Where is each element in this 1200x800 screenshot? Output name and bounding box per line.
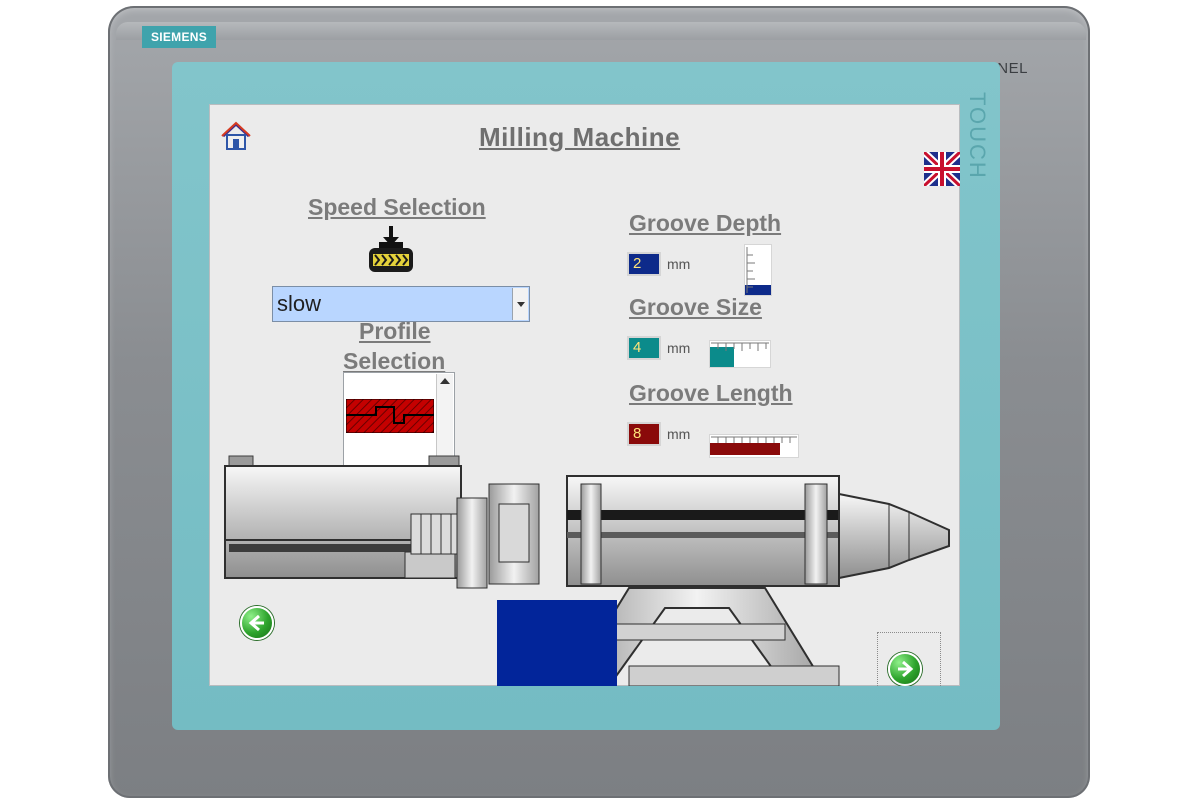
dropdown-arrow-icon[interactable] (512, 288, 528, 320)
next-button[interactable] (888, 652, 922, 686)
groove-depth-gauge (744, 244, 772, 296)
groove-size-unit: mm (667, 340, 691, 356)
profile-item[interactable] (345, 398, 435, 434)
groove-length-unit: mm (667, 426, 691, 442)
milling-machine-illustration (209, 448, 960, 686)
touch-label: TOUCH (965, 92, 990, 180)
groove-length-label: Groove Length (629, 380, 793, 406)
groove-length-value[interactable]: 8 (627, 422, 661, 446)
speed-selected-value: slow (277, 291, 322, 316)
profile-selection-label-line2: Selection (343, 348, 446, 374)
groove-depth-label: Groove Depth (629, 210, 782, 236)
profile-selection-label-line1: Profile (359, 318, 431, 344)
uk-flag-icon[interactable] (921, 149, 960, 189)
groove-depth-unit: mm (667, 256, 691, 272)
device-top-lip (116, 22, 1086, 40)
groove-size-gauge (709, 340, 771, 368)
groove-size-label: Groove Size (629, 294, 762, 320)
speed-selection-label: Speed Selection (308, 194, 486, 220)
brand-badge: SIEMENS (142, 26, 216, 48)
speed-select[interactable]: slow (272, 286, 530, 322)
arrow-right-icon (898, 660, 914, 678)
spindle-speed-icon (365, 224, 417, 278)
page-title: Milling Machine (479, 122, 681, 152)
scroll-up-icon[interactable] (440, 378, 450, 384)
arrow-left-icon (248, 614, 264, 632)
groove-depth-value[interactable]: 2 (627, 252, 661, 276)
back-button[interactable] (240, 606, 274, 640)
home-icon[interactable] (219, 120, 253, 154)
hmi-screen: Milling Machine Speed Selection slow Pro… (209, 104, 960, 686)
groove-size-value[interactable]: 4 (627, 336, 661, 360)
